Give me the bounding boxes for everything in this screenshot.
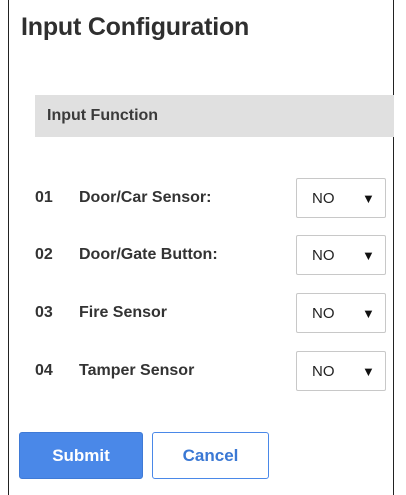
input-label: Fire Sensor: [79, 304, 168, 321]
submit-button[interactable]: Submit: [19, 432, 143, 479]
page-title: Input Configuration: [21, 13, 250, 41]
select-value: NO: [312, 304, 335, 322]
select-value: NO: [312, 362, 335, 380]
input-number: 03: [35, 304, 53, 321]
cancel-button[interactable]: Cancel: [152, 432, 269, 479]
dropdown-arrow-icon: ▼: [362, 363, 375, 379]
select-value: NO: [312, 189, 335, 207]
dropdown-arrow-icon: ▼: [362, 305, 375, 321]
input-02-mode-select[interactable]: NO ▼: [296, 235, 386, 275]
input-label: Tamper Sensor: [79, 362, 195, 379]
input-number: 02: [35, 246, 53, 263]
section-title: Input Function: [47, 107, 159, 124]
input-01-mode-select[interactable]: NO ▼: [296, 178, 386, 218]
input-row-01: 01 Door/Car Sensor: NO ▼: [35, 178, 394, 218]
select-value: NO: [312, 246, 335, 264]
input-04-mode-select[interactable]: NO ▼: [296, 351, 386, 391]
input-label: Door/Gate Button:: [79, 246, 218, 263]
input-row-02: 02 Door/Gate Button: NO ▼: [35, 235, 394, 275]
dropdown-arrow-icon: ▼: [362, 247, 375, 263]
input-number: 04: [35, 362, 53, 379]
input-03-mode-select[interactable]: NO ▼: [296, 293, 386, 333]
dropdown-arrow-icon: ▼: [362, 190, 375, 206]
input-label: Door/Car Sensor:: [79, 189, 212, 206]
input-number: 01: [35, 189, 53, 206]
section-header: Input Function: [35, 95, 394, 137]
input-row-03: 03 Fire Sensor NO ▼: [35, 293, 394, 333]
input-row-04: 04 Tamper Sensor NO ▼: [35, 351, 394, 391]
